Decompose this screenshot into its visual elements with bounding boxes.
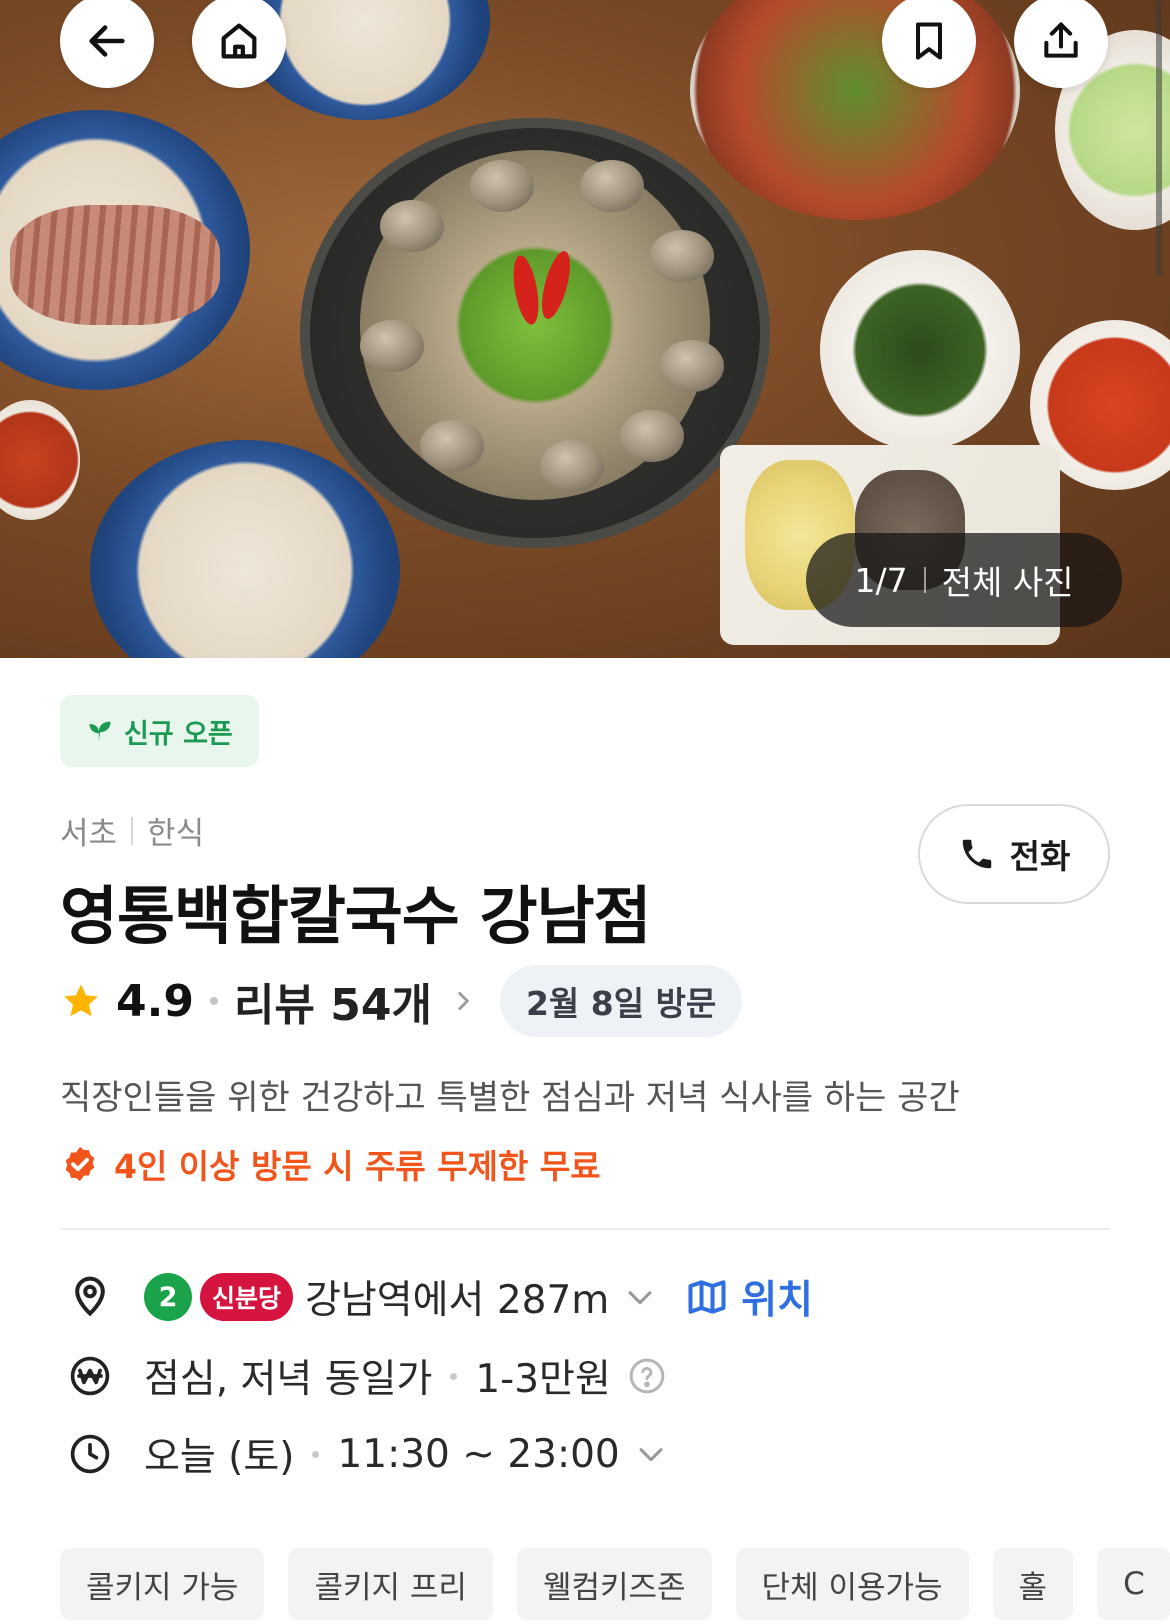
chevron-down-icon[interactable] — [623, 1280, 657, 1314]
hours-row[interactable]: 오늘 (토) 11:30 ~ 23:00 — [60, 1424, 668, 1484]
promo-line: 4인 이상 방문 시 주류 무제한 무료 — [60, 1140, 601, 1188]
clam — [360, 320, 424, 372]
raw-fish-plate — [90, 440, 400, 658]
separator-dot — [209, 997, 218, 1005]
hero-photo[interactable]: 1/7 전체 사진 — [0, 0, 1170, 658]
call-label: 전화 — [1009, 837, 1071, 876]
visit-date-label: 2월 8일 방문 — [525, 984, 717, 1023]
location-link-label: 위치 — [741, 1278, 814, 1323]
new-open-badge: 신규 오픈 — [60, 695, 259, 767]
reviews-link[interactable]: 리뷰 54개 — [234, 969, 432, 1033]
section-divider — [60, 1228, 1110, 1230]
squid-dish — [10, 205, 220, 325]
restaurant-description: 직장인들을 위한 건강하고 특별한 점심과 저녁 식사를 하는 공간 — [60, 1078, 960, 1118]
promo-text: 4인 이상 방문 시 주류 무제한 무료 — [114, 1147, 601, 1186]
tag-hall[interactable]: 홀 — [992, 1548, 1074, 1620]
visit-date-chip[interactable]: 2월 8일 방문 — [499, 965, 743, 1037]
scrollbar[interactable] — [1156, 0, 1162, 276]
new-open-label: 신규 오픈 — [124, 718, 233, 750]
call-button[interactable]: 전화 — [918, 804, 1110, 904]
clock-icon — [60, 1424, 120, 1484]
tag-corkage-available[interactable]: 콜키지 가능 — [60, 1548, 265, 1620]
bookmark-icon — [915, 22, 943, 60]
clam — [420, 420, 484, 472]
clam — [660, 340, 724, 392]
clam — [540, 440, 604, 492]
photo-counter-button[interactable]: 1/7 전체 사진 — [806, 533, 1122, 627]
price-range: 1-3만원 — [475, 1357, 611, 1402]
clam — [470, 160, 534, 212]
price-description: 점심, 저녁 동일가 — [144, 1357, 433, 1402]
rating-row: 4.9 리뷰 54개 2월 8일 방문 — [60, 965, 743, 1037]
tag-partial[interactable]: C — [1097, 1548, 1170, 1620]
clam — [580, 160, 644, 212]
back-button[interactable] — [60, 0, 154, 88]
tag-corkage-free[interactable]: 콜키지 프리 — [288, 1548, 493, 1620]
all-photos-label: 전체 사진 — [941, 563, 1074, 602]
won-icon — [60, 1346, 120, 1406]
home-icon — [221, 23, 257, 59]
map-icon — [688, 1280, 726, 1314]
region-label: 서초 — [60, 816, 118, 852]
chevron-right-icon[interactable] — [450, 988, 476, 1014]
verified-badge-icon — [65, 1147, 95, 1181]
share-icon — [1044, 22, 1078, 58]
phone-icon — [962, 839, 991, 869]
hours-day: 오늘 (토) — [144, 1435, 295, 1480]
amenity-tags: 콜키지 가능 콜키지 프리 웰컴키즈존 단체 이용가능 홀 C — [60, 1548, 1170, 1620]
separator — [923, 567, 926, 593]
distance-text[interactable]: 강남역에서 287m — [305, 1269, 609, 1325]
sauce-bowl — [0, 400, 80, 520]
tag-welcome-kids[interactable]: 웰컴키즈존 — [516, 1548, 712, 1620]
subway-shinbundang-badge: 신분당 — [200, 1273, 294, 1321]
photo-counter: 1/7 — [854, 560, 908, 600]
tag-group-available[interactable]: 단체 이용가능 — [735, 1548, 969, 1620]
clam — [380, 200, 444, 252]
star-icon — [64, 984, 98, 1017]
separator-dot — [312, 1450, 320, 1458]
back-arrow-icon — [89, 25, 125, 57]
breadcrumb: 서초 한식 — [60, 808, 204, 853]
separator-dot — [450, 1372, 458, 1380]
category-label: 한식 — [147, 816, 205, 852]
location-row: 2 신분당 강남역에서 287m 위치 — [60, 1267, 813, 1327]
clam — [620, 410, 684, 462]
restaurant-name: 영통백합칼국수 강남점 — [60, 880, 652, 953]
divider — [131, 816, 134, 845]
chevron-down-icon[interactable] — [634, 1437, 668, 1471]
hours-time: 11:30 ~ 23:00 — [337, 1431, 620, 1477]
help-icon[interactable] — [627, 1356, 667, 1396]
clam — [650, 230, 714, 282]
greens-bowl — [820, 250, 1020, 450]
location-pin-icon — [60, 1267, 120, 1327]
subway-line-2-badge: 2 — [144, 1273, 192, 1321]
location-link[interactable]: 위치 — [685, 1269, 813, 1325]
rating-score: 4.9 — [116, 975, 194, 1027]
price-row: 점심, 저녁 동일가 1-3만원 — [60, 1346, 667, 1406]
sprout-icon — [89, 721, 111, 742]
